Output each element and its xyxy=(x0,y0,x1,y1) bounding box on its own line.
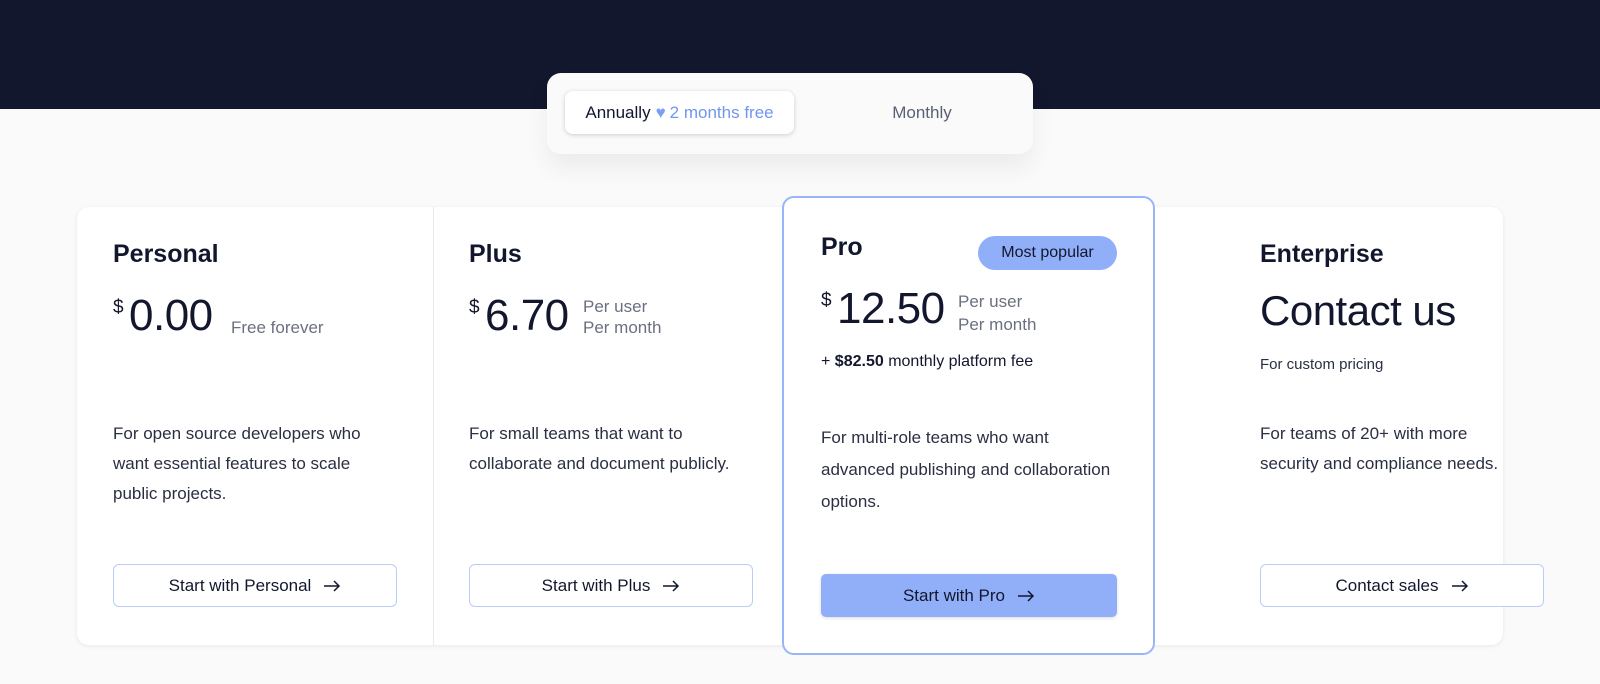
most-popular-badge: Most popular xyxy=(978,236,1117,270)
plan-name: Plus xyxy=(469,240,522,268)
arrow-right-icon xyxy=(1018,589,1035,602)
contact-sales-button[interactable]: Contact sales xyxy=(1260,564,1544,607)
button-label: Start with Personal xyxy=(168,575,312,595)
price-note-month: Per month xyxy=(958,315,1037,334)
currency-symbol: $ xyxy=(113,297,124,318)
heart-icon: ♥ xyxy=(655,102,666,122)
plan-price: 0.00 xyxy=(129,291,213,340)
price-note-user: Per user xyxy=(583,297,648,316)
start-pro-button[interactable]: Start with Pro xyxy=(821,574,1117,617)
plan-description: For teams of 20+ with more security and … xyxy=(1260,424,1499,473)
fee-amount: $82.50 xyxy=(834,353,884,370)
billing-monthly-option[interactable]: Monthly xyxy=(827,91,1017,134)
button-label: Start with Plus xyxy=(541,575,651,595)
plan-name: Personal xyxy=(113,240,219,268)
arrow-right-icon xyxy=(663,579,680,592)
plan-card-personal: Personal $ 0.00 Free forever For open so… xyxy=(77,207,433,645)
billing-annually-option[interactable]: Annually ♥ 2 months free xyxy=(565,91,794,134)
annually-label: Annually xyxy=(585,102,651,122)
platform-fee: + $82.50 monthly platform fee xyxy=(821,353,1033,371)
monthly-label: Monthly xyxy=(892,102,952,122)
start-personal-button[interactable]: Start with Personal xyxy=(113,564,397,607)
plan-price: 6.70 xyxy=(485,291,569,340)
billing-toggle: Annually ♥ 2 months free Monthly xyxy=(547,73,1033,154)
button-label: Contact sales xyxy=(1335,575,1439,595)
price-note-user: Per user xyxy=(958,292,1023,311)
button-label: Start with Pro xyxy=(902,585,1006,605)
plan-price: 12.50 xyxy=(837,284,945,333)
price-subtext: For custom pricing xyxy=(1260,356,1384,373)
fee-prefix: + xyxy=(821,353,831,370)
plan-name: Pro xyxy=(821,233,863,261)
start-plus-button[interactable]: Start with Plus xyxy=(469,564,753,607)
plan-description: For small teams that want to collaborate… xyxy=(469,424,730,473)
promo-label: 2 months free xyxy=(669,102,774,122)
price-note-month: Per month xyxy=(583,318,662,337)
fee-suffix: monthly platform fee xyxy=(888,353,1034,370)
price-note: Free forever xyxy=(231,318,324,337)
plan-name: Enterprise xyxy=(1260,240,1384,268)
plan-card-enterprise: Enterprise Contact us For custom pricing… xyxy=(1155,207,1544,645)
plan-description: For multi-role teams who want advanced p… xyxy=(821,428,1111,511)
currency-symbol: $ xyxy=(469,297,480,318)
plan-description: For open source developers who want esse… xyxy=(113,424,361,503)
currency-symbol: $ xyxy=(821,290,832,311)
plan-card-plus: Plus $ 6.70 Per user Per month For small… xyxy=(434,207,774,645)
arrow-right-icon xyxy=(324,579,341,592)
plan-card-pro: Pro Most popular $ 12.50 Per user Per mo… xyxy=(782,196,1155,655)
arrow-right-icon xyxy=(1451,579,1468,592)
contact-us-heading: Contact us xyxy=(1260,287,1456,334)
